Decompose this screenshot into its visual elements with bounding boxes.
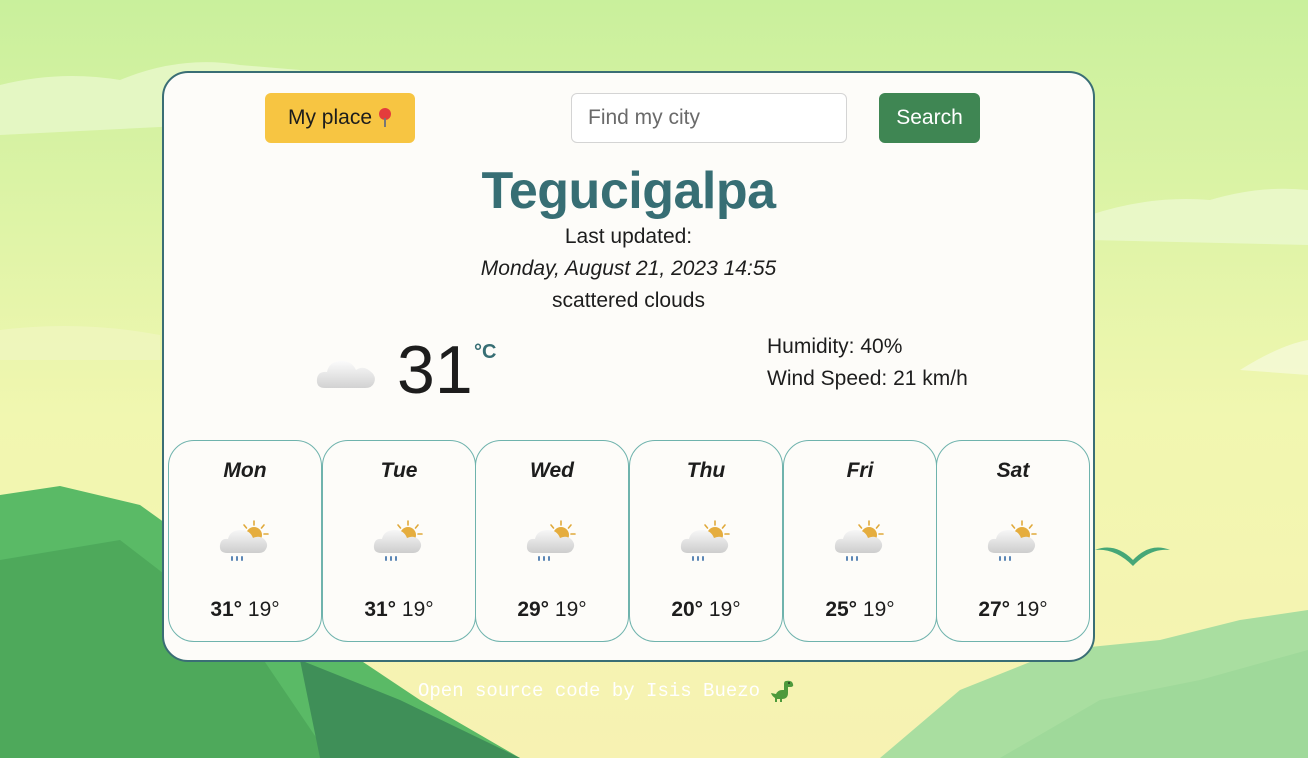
source-code-link[interactable]: Open source code by Isis Buezo	[418, 680, 760, 702]
dinosaur-icon	[771, 680, 794, 702]
rain-sun-icon	[524, 517, 580, 565]
forecast-max-temp: 31°	[364, 598, 397, 621]
rain-sun-icon	[217, 517, 273, 565]
city-name: Tegucigalpa	[481, 162, 776, 220]
rain-sun-icon	[371, 517, 427, 565]
forecast-min-temp: 19°	[1015, 598, 1048, 621]
forecast-day-name: Tue	[380, 459, 418, 482]
forecast-day: Tue 31° 19°	[322, 440, 476, 642]
rain-sun-icon	[832, 517, 888, 565]
wind-speed-value: Wind Speed: 21 km/h	[767, 367, 968, 390]
city-search-input[interactable]	[571, 93, 847, 143]
forecast-temps: 27° 19°	[937, 598, 1089, 622]
cloud-icon	[316, 361, 375, 388]
forecast-day-name: Mon	[223, 459, 267, 482]
humidity-value: Humidity: 40%	[767, 335, 903, 358]
forecast-min-temp: 19°	[554, 598, 587, 621]
current-temperature: 31	[397, 332, 473, 408]
my-place-label: My place	[287, 106, 373, 129]
forecast-day-name: Fri	[846, 459, 874, 482]
temperature-unit-link[interactable]: °C	[474, 341, 496, 364]
forecast-day: Thu 20° 19°	[629, 440, 783, 642]
rain-sun-icon	[678, 517, 734, 565]
weather-description: scattered clouds	[552, 289, 705, 312]
forecast-max-temp: 25°	[825, 598, 858, 621]
forecast-day: Wed 29° 19°	[475, 440, 629, 642]
forecast-temps: 31° 19°	[169, 598, 321, 622]
rain-sun-icon	[985, 517, 1041, 565]
forecast-min-temp: 19°	[862, 598, 895, 621]
forecast-temps: 20° 19°	[630, 598, 782, 622]
forecast-min-temp: 19°	[247, 598, 280, 621]
search-button[interactable]: Search	[879, 93, 980, 143]
forecast-temps: 31° 19°	[323, 598, 475, 622]
forecast-day-name: Wed	[530, 459, 574, 482]
footer-credit: Open source code by Isis Buezo	[418, 679, 796, 703]
forecast-min-temp: 19°	[708, 598, 741, 621]
forecast-max-temp: 29°	[517, 598, 550, 621]
forecast-day-name: Thu	[686, 459, 726, 482]
forecast-row: Mon 31° 19° Tue 31° 19° Wed 29° 19° Thu	[168, 440, 1091, 642]
forecast-day: Mon 31° 19°	[168, 440, 322, 642]
forecast-day: Sat 27° 19°	[936, 440, 1090, 642]
forecast-max-temp: 27°	[978, 598, 1011, 621]
weather-card: My place Search Tegucigalpa Last updated…	[162, 71, 1095, 662]
last-updated-label: Last updated:	[564, 225, 693, 248]
my-place-button[interactable]: My place	[265, 93, 415, 143]
forecast-day: Fri 25° 19°	[783, 440, 937, 642]
forecast-max-temp: 20°	[671, 598, 704, 621]
forecast-min-temp: 19°	[401, 598, 434, 621]
forecast-max-temp: 31°	[210, 598, 243, 621]
forecast-temps: 29° 19°	[476, 598, 628, 622]
last-updated-date: Monday, August 21, 2023 14:55	[480, 257, 777, 280]
forecast-day-name: Sat	[996, 459, 1030, 482]
forecast-temps: 25° 19°	[784, 598, 936, 622]
pin-icon	[378, 108, 392, 128]
